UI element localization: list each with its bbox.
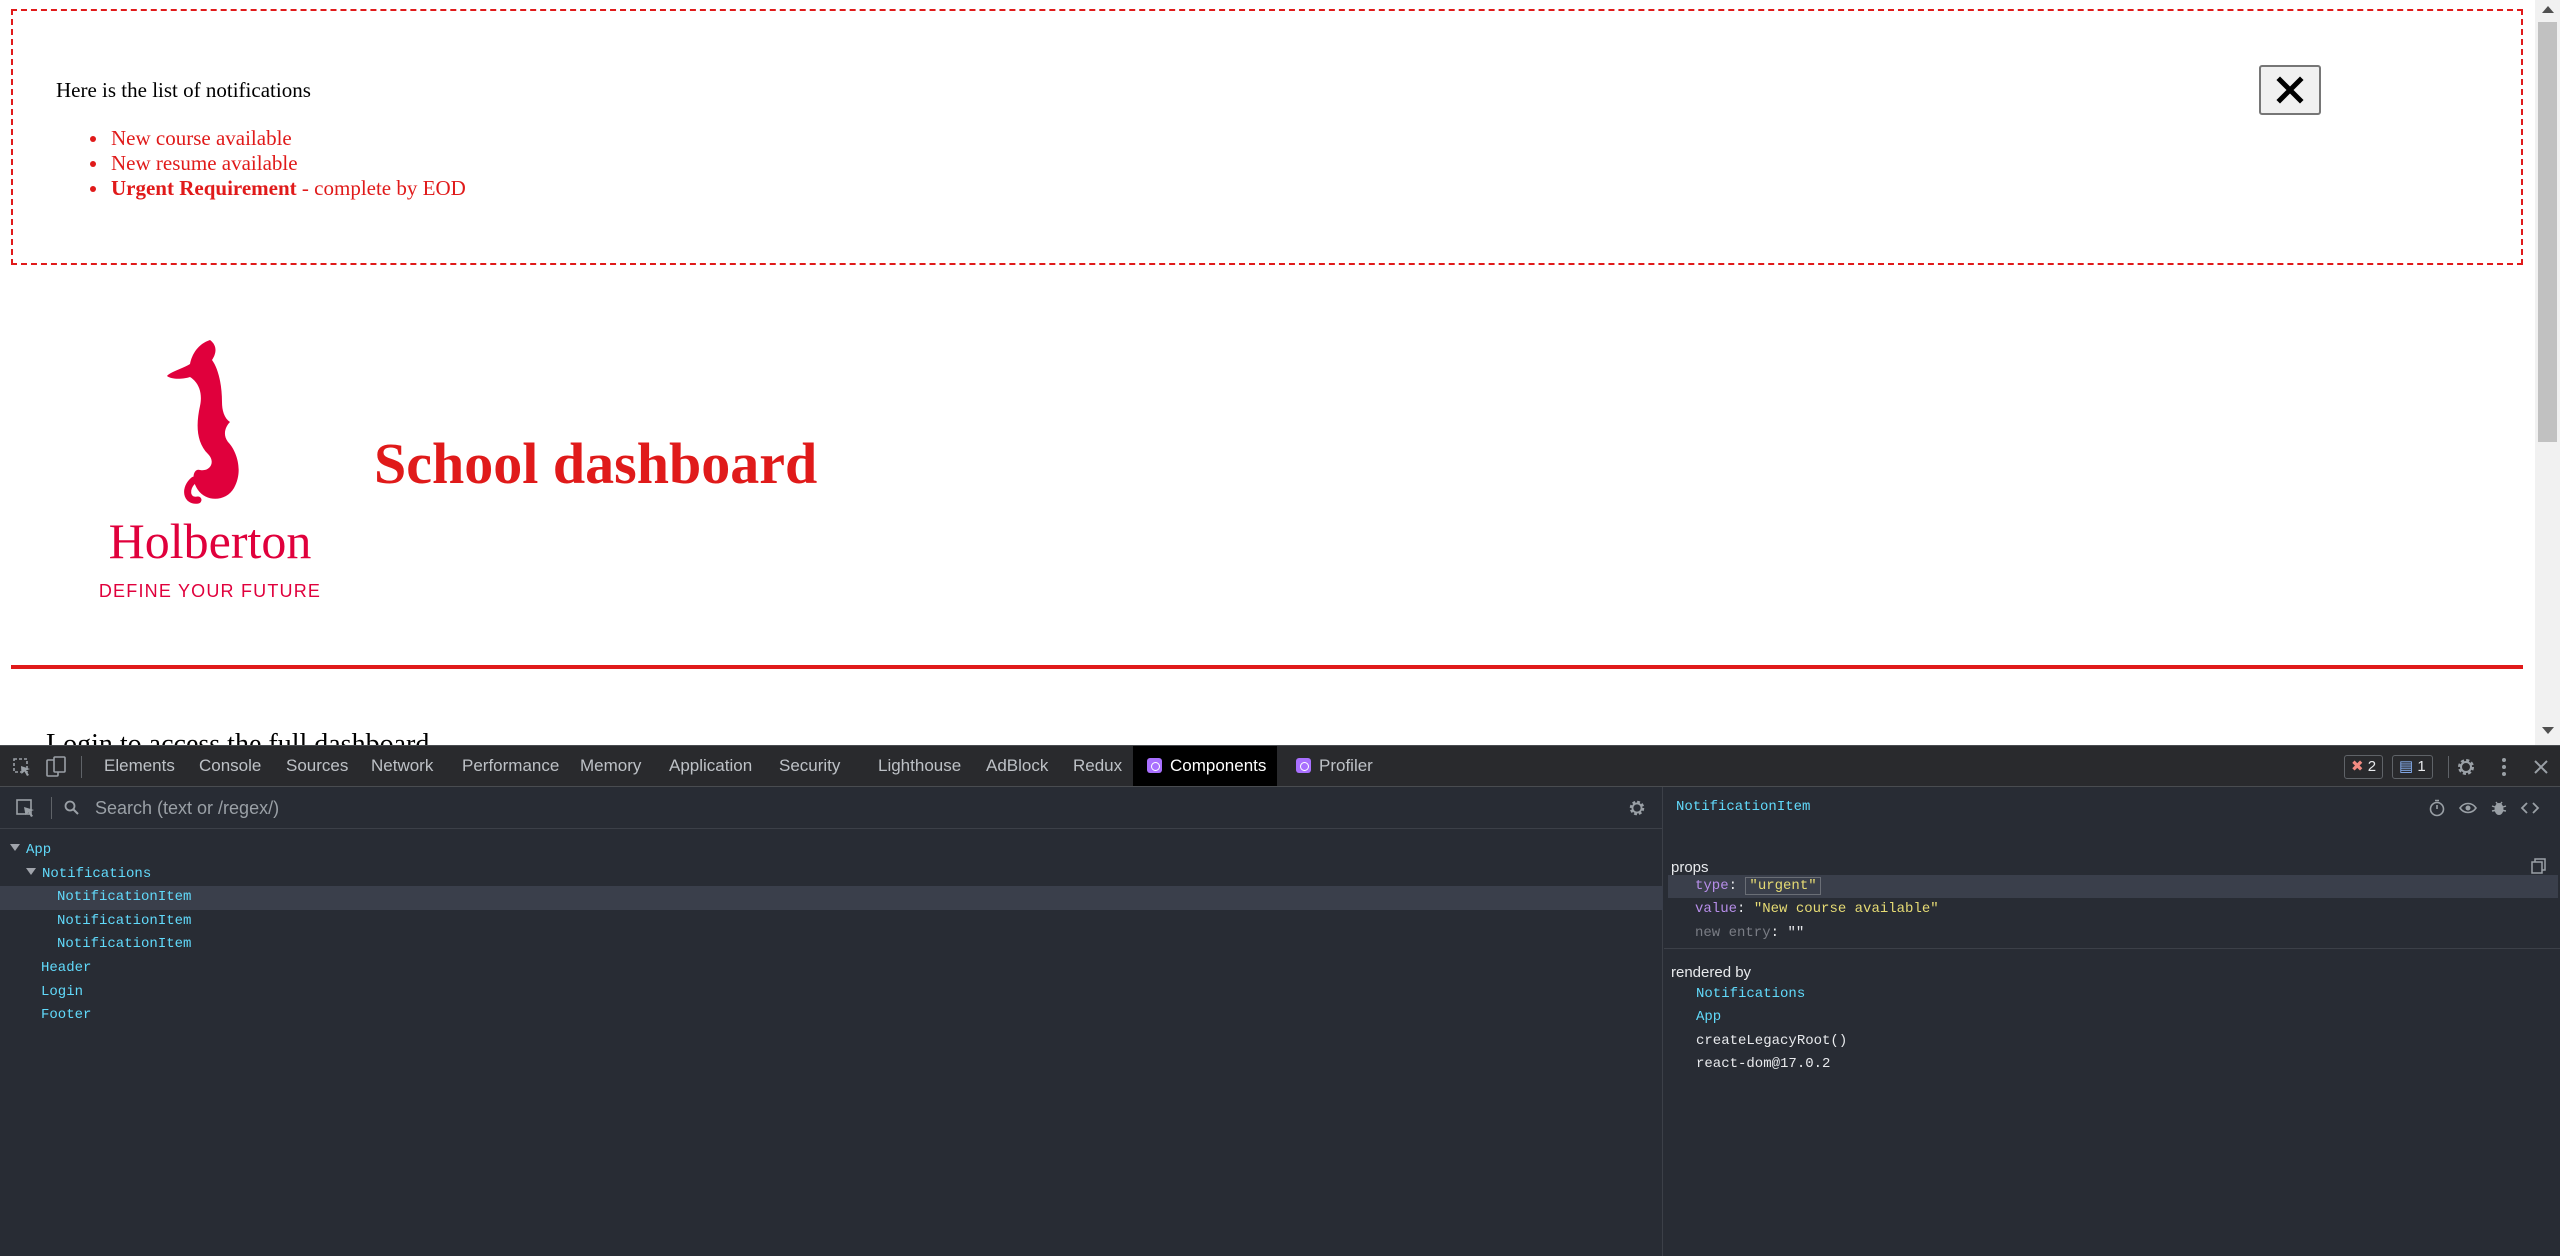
notification-item-default: New resume available: [109, 151, 466, 176]
owner-create-legacy-root: createLegacyRoot(): [1696, 1033, 1848, 1049]
inspect-element-icon[interactable]: [11, 756, 33, 778]
tree-settings-gear-icon[interactable]: [1627, 798, 1647, 818]
owner-notifications[interactable]: Notifications: [1696, 983, 1805, 1006]
tab-components[interactable]: Components: [1133, 746, 1277, 786]
scroll-down-arrow-icon[interactable]: [2542, 727, 2554, 734]
login-prompt: Login to access the full dashboard: [46, 729, 430, 745]
device-toolbar-icon[interactable]: [45, 756, 67, 778]
component-search-bar: Search (text or /regex/): [0, 787, 1663, 829]
svg-text:DEFINE YOUR FUTURE: DEFINE YOUR FUTURE: [99, 581, 321, 601]
page-viewport: Here is the list of notifications New co…: [0, 0, 2535, 745]
seahorse-logo-icon: Holberton DEFINE YOUR FUTURE: [99, 340, 321, 601]
error-count-badge[interactable]: ✖ 2: [2344, 755, 2384, 779]
toolbar-separator: [81, 756, 82, 778]
tree-node-app[interactable]: App: [0, 839, 1663, 863]
page-scrollbar[interactable]: [2535, 0, 2560, 745]
more-options-icon[interactable]: [2493, 756, 2515, 778]
tree-node-notificationitem[interactable]: NotificationItem: [0, 933, 1663, 957]
props-section-label: props: [1671, 859, 1709, 876]
toolbar-separator: [2448, 756, 2449, 778]
react-icon: [1147, 758, 1162, 773]
tree-node-footer[interactable]: Footer: [0, 1004, 1663, 1028]
owner-react-dom: react-dom@17.0.2: [1696, 1056, 1831, 1072]
tree-node-notificationitem[interactable]: NotificationItem: [0, 910, 1663, 934]
bug-icon[interactable]: [2489, 798, 2509, 818]
prop-row-value[interactable]: value: "New course available": [1668, 898, 2558, 921]
select-element-icon[interactable]: [15, 798, 37, 820]
stopwatch-icon[interactable]: [2427, 798, 2447, 818]
expand-caret-icon[interactable]: [10, 844, 20, 851]
prop-row-new-entry[interactable]: new entry: "": [1668, 922, 2558, 945]
tab-security[interactable]: Security: [779, 746, 840, 786]
notification-item-urgent: Urgent Requirement - complete by EOD: [109, 176, 466, 201]
section-divider: [1664, 948, 2560, 949]
toolbar-separator: [51, 797, 52, 819]
settings-gear-icon[interactable]: [2455, 756, 2477, 778]
component-inspector-panel: NotificationItem props type: "urgent" va…: [1664, 787, 2560, 1256]
tab-elements[interactable]: Elements: [104, 746, 175, 786]
tab-adblock[interactable]: AdBlock: [986, 746, 1048, 786]
tab-console[interactable]: Console: [199, 746, 261, 786]
page-title: School dashboard: [374, 431, 818, 496]
error-icon: ✖: [2351, 758, 2364, 775]
message-count-badge[interactable]: ▤ 1: [2392, 755, 2433, 779]
search-icon: [64, 800, 79, 815]
react-icon: [1296, 758, 1311, 773]
notifications-panel: Here is the list of notifications New co…: [11, 9, 2523, 265]
rendered-by-label: rendered by: [1671, 964, 1752, 981]
tab-sources[interactable]: Sources: [286, 746, 348, 786]
tab-lighthouse[interactable]: Lighthouse: [878, 746, 961, 786]
owner-app[interactable]: App: [1696, 1006, 1721, 1029]
tab-performance[interactable]: Performance: [462, 746, 559, 786]
search-input[interactable]: Search (text or /regex/): [95, 798, 279, 819]
tree-node-header[interactable]: Header: [0, 957, 1663, 981]
message-icon: ▤: [2399, 758, 2414, 775]
close-devtools-icon[interactable]: [2530, 756, 2552, 778]
svg-text:Holberton: Holberton: [109, 513, 312, 569]
inspected-component-name: NotificationItem: [1676, 799, 1811, 815]
urgent-label: Urgent Requirement: [111, 176, 297, 200]
tab-application[interactable]: Application: [669, 746, 752, 786]
notification-item-default: New course available: [109, 126, 466, 151]
tab-profiler[interactable]: Profiler: [1296, 746, 1373, 786]
eye-icon[interactable]: [2458, 798, 2478, 818]
holberton-logo: Holberton DEFINE YOUR FUTURE: [86, 330, 334, 602]
scrollbar-thumb[interactable]: [2538, 22, 2557, 442]
tree-node-notificationitem[interactable]: NotificationItem: [0, 886, 1663, 910]
close-icon: [2276, 76, 2304, 104]
component-tree-panel: Search (text or /regex/) App Notificatio…: [0, 787, 1663, 1256]
tab-redux[interactable]: Redux: [1073, 746, 1122, 786]
prop-value-input[interactable]: "urgent": [1745, 877, 1821, 895]
notifications-list: New course available New resume availabl…: [109, 126, 466, 201]
header-divider: [11, 665, 2523, 669]
devtools-tabbar: Elements Console Sources Network Perform…: [0, 745, 2560, 787]
prop-row-type[interactable]: type: "urgent": [1668, 875, 2558, 898]
scroll-up-arrow-icon[interactable]: [2542, 6, 2554, 13]
component-tree: App Notifications NotificationItem Notif…: [0, 839, 1663, 1028]
tab-memory[interactable]: Memory: [580, 746, 641, 786]
tab-network[interactable]: Network: [371, 746, 433, 786]
copy-icon[interactable]: [2530, 857, 2548, 875]
view-source-icon[interactable]: [2520, 798, 2540, 818]
tree-node-notifications[interactable]: Notifications: [0, 863, 1663, 887]
expand-caret-icon[interactable]: [26, 867, 36, 875]
close-notifications-button[interactable]: [2259, 65, 2321, 115]
devtools-panel: Elements Console Sources Network Perform…: [0, 745, 2560, 1256]
tree-node-login[interactable]: Login: [0, 981, 1663, 1005]
notifications-title: Here is the list of notifications: [56, 78, 311, 102]
